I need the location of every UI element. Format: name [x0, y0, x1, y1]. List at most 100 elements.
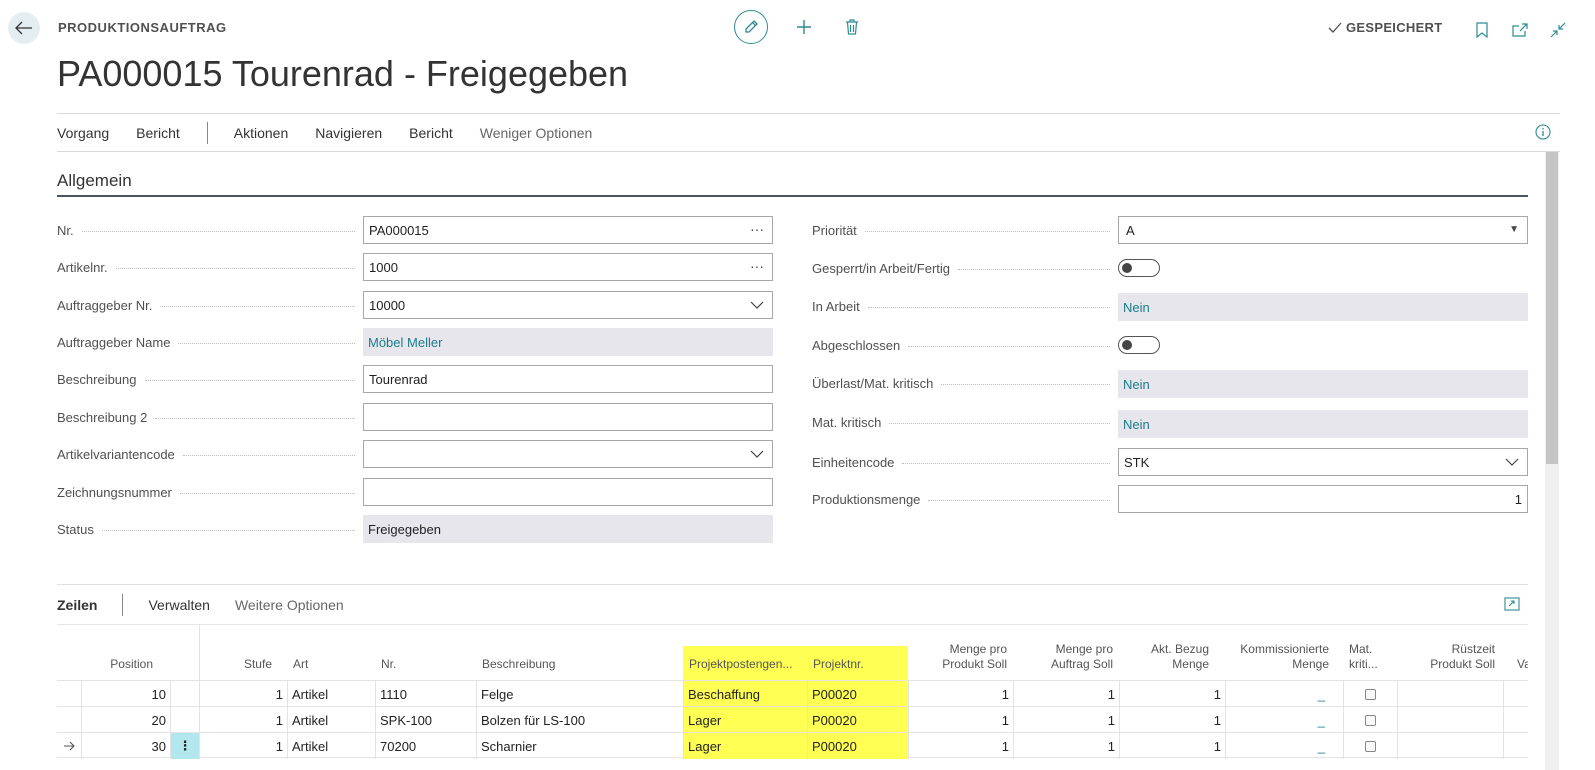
cell-projektnr[interactable]: P00020: [807, 681, 908, 707]
row-selector[interactable]: [57, 681, 81, 707]
cell-projektnr[interactable]: P00020: [807, 707, 908, 733]
zeichnungsnummer-field[interactable]: [363, 478, 773, 506]
section-title-allgemein[interactable]: Allgemein: [57, 171, 132, 191]
cell-position[interactable]: 20: [81, 707, 170, 733]
cell-ruestzeit[interactable]: [1397, 681, 1503, 707]
cell-beschreibung[interactable]: Felge: [476, 681, 683, 707]
col-header-position[interactable]: Position: [81, 625, 159, 680]
cell-more[interactable]: [1503, 707, 1528, 733]
menu-weniger-optionen[interactable]: Weniger Optionen: [480, 125, 593, 141]
col-header-art[interactable]: Art: [287, 625, 373, 680]
open-new-window-button[interactable]: [1508, 18, 1532, 42]
cell-mat-kritisch[interactable]: [1343, 733, 1397, 759]
ueberlast-field[interactable]: Nein: [1118, 370, 1528, 398]
table-row[interactable]: 10 1 Artikel 1110 Felge Beschaffung P000…: [57, 680, 1528, 707]
delete-button[interactable]: [840, 15, 864, 39]
col-header-menge-pro-produkt[interactable]: Menge pro Produkt Soll: [909, 625, 1013, 680]
col-header-beschreibung[interactable]: Beschreibung: [476, 625, 682, 680]
tab-verwalten[interactable]: Verwalten: [148, 597, 209, 613]
cell-kommissioniert[interactable]: _: [1225, 707, 1343, 733]
row-action-cell[interactable]: [170, 681, 199, 707]
cell-mat-kritisch[interactable]: [1343, 681, 1397, 707]
cell-art[interactable]: Artikel: [287, 681, 375, 707]
col-header-stufe[interactable]: Stufe: [200, 625, 278, 680]
ellipsis-icon[interactable]: ···: [750, 258, 764, 274]
cell-more[interactable]: [1503, 733, 1528, 759]
menu-navigieren[interactable]: Navigieren: [315, 125, 382, 141]
tab-weitere-optionen[interactable]: Weitere Optionen: [235, 597, 344, 613]
cell-projektposten[interactable]: Lager: [683, 707, 807, 733]
auftraggeber-nr-field[interactable]: 10000: [363, 291, 773, 319]
col-header-akt-bezug-menge[interactable]: Akt. Bezug Menge: [1119, 625, 1215, 680]
back-button[interactable]: [8, 12, 40, 44]
dropdown-arrow-icon[interactable]: ▼: [1509, 224, 1519, 235]
cell-art[interactable]: Artikel: [287, 707, 375, 733]
cell-beschreibung[interactable]: Scharnier: [476, 733, 683, 759]
cell-akt-bezug[interactable]: 1: [1119, 681, 1225, 707]
bookmark-button[interactable]: [1470, 18, 1494, 42]
cell-mat-kritisch[interactable]: [1343, 707, 1397, 733]
cell-projektposten[interactable]: Beschaffung: [683, 681, 807, 707]
info-button[interactable]: [1535, 124, 1551, 145]
collapse-button[interactable]: [1546, 18, 1570, 42]
cell-kommissioniert[interactable]: _: [1225, 733, 1343, 759]
cell-menge-produkt[interactable]: 1: [908, 733, 1013, 759]
checkbox[interactable]: [1365, 740, 1376, 752]
cell-akt-bezug[interactable]: 1: [1119, 707, 1225, 733]
cell-menge-auftrag[interactable]: 1: [1013, 681, 1119, 707]
row-selector[interactable]: [57, 733, 81, 759]
cell-akt-bezug[interactable]: 1: [1119, 733, 1225, 759]
mat-kritisch-field[interactable]: Nein: [1118, 410, 1528, 438]
table-row[interactable]: 20 1 Artikel SPK-100 Bolzen für LS-100 L…: [57, 706, 1528, 733]
col-header-menge-pro-auftrag[interactable]: Menge pro Auftrag Soll: [1013, 625, 1119, 680]
cell-kommissioniert[interactable]: _: [1225, 681, 1343, 707]
cell-position[interactable]: 10: [81, 681, 170, 707]
beschreibung-2-field[interactable]: [363, 403, 773, 431]
nr-field[interactable]: PA000015 ···: [363, 216, 773, 244]
cell-ruestzeit[interactable]: [1397, 733, 1503, 759]
cell-art[interactable]: Artikel: [287, 733, 375, 759]
cell-position[interactable]: 30: [81, 733, 170, 759]
beschreibung-field[interactable]: Tourenrad: [363, 365, 773, 393]
menu-bericht[interactable]: Bericht: [136, 125, 180, 141]
produktionsmenge-field[interactable]: 1: [1118, 485, 1528, 513]
cell-menge-auftrag[interactable]: 1: [1013, 733, 1119, 759]
checkbox[interactable]: [1365, 714, 1376, 726]
cell-menge-produkt[interactable]: 1: [908, 707, 1013, 733]
einheitencode-field[interactable]: STK: [1118, 448, 1528, 476]
gesperrt-toggle[interactable]: [1118, 259, 1160, 277]
table-row[interactable]: 30 ⋮ 1 Artikel 70200 Scharnier Lager P00…: [57, 732, 1528, 759]
col-header-kommissionierte-menge[interactable]: Kommissionierte Menge: [1225, 625, 1335, 680]
expand-lines-button[interactable]: [1504, 597, 1520, 616]
menu-aktionen[interactable]: Aktionen: [234, 125, 288, 141]
prioritaet-select[interactable]: A ▼: [1118, 216, 1528, 244]
cell-projektposten[interactable]: Lager: [683, 733, 807, 759]
chevron-down-icon[interactable]: [750, 449, 764, 459]
cell-nr[interactable]: 70200: [375, 733, 476, 759]
cell-projektnr[interactable]: P00020: [807, 733, 908, 759]
menu-vorgang[interactable]: Vorgang: [57, 125, 109, 141]
col-header-ruestzeit[interactable]: Rüstzeit Produkt Soll: [1397, 625, 1501, 680]
cell-beschreibung[interactable]: Bolzen für LS-100: [476, 707, 683, 733]
cell-ruestzeit[interactable]: [1397, 707, 1503, 733]
chevron-down-icon[interactable]: [1505, 457, 1519, 467]
cell-nr[interactable]: SPK-100: [375, 707, 476, 733]
cell-menge-produkt[interactable]: 1: [908, 681, 1013, 707]
artikelvariantencode-field[interactable]: [363, 440, 773, 468]
cell-menge-auftrag[interactable]: 1: [1013, 707, 1119, 733]
cell-more[interactable]: [1503, 681, 1528, 707]
artikelnr-field[interactable]: 1000 ···: [363, 253, 773, 281]
col-header-nr[interactable]: Nr.: [375, 625, 475, 680]
cell-nr[interactable]: 1110: [375, 681, 476, 707]
col-header-projektpostengenerierung[interactable]: Projektpostengen...: [683, 646, 807, 680]
abgeschlossen-toggle[interactable]: [1118, 336, 1160, 354]
new-button[interactable]: [792, 15, 816, 39]
auftraggeber-name-field[interactable]: Möbel Meller: [363, 328, 773, 356]
cell-stufe[interactable]: 1: [199, 733, 287, 759]
checkbox[interactable]: [1365, 688, 1376, 700]
cell-stufe[interactable]: 1: [199, 681, 287, 707]
menu-bericht-2[interactable]: Bericht: [409, 125, 453, 141]
row-menu-button[interactable]: ⋮: [170, 733, 199, 759]
scrollbar-thumb[interactable]: [1546, 152, 1558, 464]
tab-zeilen[interactable]: Zeilen: [57, 597, 97, 613]
